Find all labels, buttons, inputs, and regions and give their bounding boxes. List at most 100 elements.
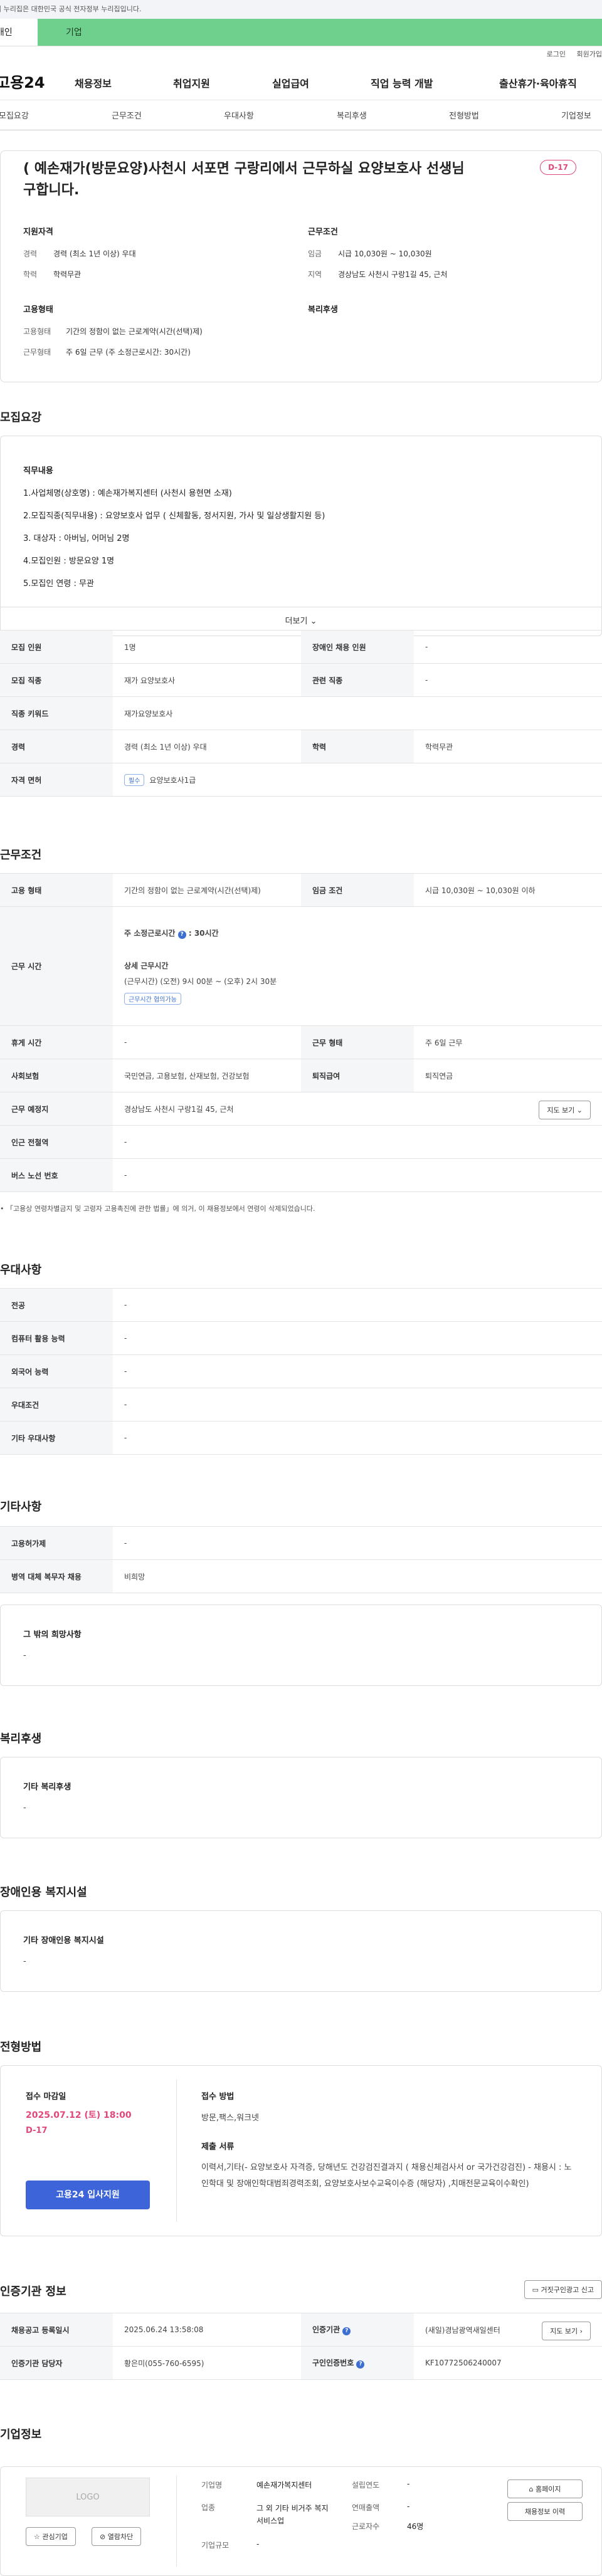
table-header-cell: 기타 우대사항: [0, 1421, 113, 1455]
map-button[interactable]: 지도 보기 ⌄: [539, 1101, 591, 1119]
table-cell: 재가요양보호사: [113, 696, 602, 730]
company-industry-key: 업종: [201, 2503, 216, 2512]
job-title: ( 예손재가(방문요양)사천시 서포면 구랑리에서 근무하실 요양보호사 선생님…: [23, 161, 465, 198]
table-cell: -: [113, 1354, 602, 1388]
section-title-pref: 우대사항: [0, 1264, 42, 1277]
site-logo[interactable]: 고용24: [0, 70, 65, 92]
qual-row: 학력 학력무관: [23, 269, 136, 280]
tab-person[interactable]: 개인: [0, 19, 38, 46]
chevron-down-icon: ⌄: [310, 617, 317, 626]
anchor-work[interactable]: 근무조건: [112, 109, 142, 121]
global-header: 고용24 채용정보 취업지원 실업급여 직업 능력 개발 출산휴가·육아휴직: [0, 63, 602, 100]
welfare-value: -: [23, 1803, 26, 1813]
table-cell: 경력 (최소 1년 이상) 우대: [113, 730, 301, 763]
table-header-cell: 구인인증번호 ?: [301, 2346, 414, 2380]
table-cell: 국민연금, 고용보험, 산재보험, 건강보험: [113, 1059, 301, 1092]
deadline-value: 2025.07.12 (토) 18:00: [26, 2110, 132, 2120]
cond-key: 지역: [308, 270, 322, 279]
user-type-tabs: 개인 기업: [0, 19, 602, 46]
company-est-value: -: [407, 2479, 410, 2488]
company-sales-value: -: [407, 2502, 410, 2511]
utility-bar: 로그인 회원가입: [0, 46, 602, 63]
welfare-title: 기타 복리후생: [23, 1783, 71, 1792]
anchor-recruit[interactable]: 모집요강: [0, 109, 29, 121]
table-header-cell: 모집 직종: [0, 663, 113, 697]
table-header-cell: 인증기관 담당자: [0, 2346, 113, 2380]
table-header-cell: 임금 조건: [301, 873, 414, 907]
job-history-label: 채용정보 이력: [524, 2508, 566, 2516]
job-history-button[interactable]: 채용정보 이력: [507, 2502, 583, 2521]
age-note-text: 「고용상 연령차별금지 및 고령자 고용촉진에 관한 법률」에 의거, 이 채용…: [6, 1205, 315, 1213]
cert-map-button[interactable]: 지도 보기 ›: [542, 2322, 591, 2340]
tab-company[interactable]: 기업: [38, 19, 602, 46]
table-header-cell: 고용 형태: [0, 873, 113, 907]
apply-button[interactable]: 고용24 입사지원: [26, 2181, 150, 2209]
section-anchor-nav: 모집요강 근무조건 우대사항 복리후생 전형방법 기업정보: [0, 100, 602, 130]
info-icon[interactable]: ?: [342, 2327, 351, 2335]
anchor-selection[interactable]: 전형방법: [449, 109, 479, 121]
bullet-icon: •: [0, 1205, 4, 1213]
gnb-item-support[interactable]: 취업지원: [173, 75, 210, 90]
table-header-cell: 인증기관 ?: [301, 2313, 414, 2347]
emp-row: 근무형태 주 6일 근무 (주 소정근로시간: 30시간): [23, 347, 203, 357]
company-est-key: 설립연도: [352, 2481, 380, 2490]
info-icon[interactable]: ?: [177, 931, 186, 939]
table-cell: 학력무관: [414, 730, 602, 763]
homepage-button[interactable]: ⌂ 홈페이지: [507, 2479, 583, 2498]
job-detail-line: 3. 대상자 : 아버님, 어머님 2명: [23, 534, 130, 543]
table-cell: -: [414, 630, 602, 664]
dday-badge: D-17: [540, 160, 576, 175]
block-button[interactable]: ⊘ 열람차단: [92, 2527, 142, 2546]
login-link[interactable]: 로그인: [547, 50, 566, 58]
gnb-item-jobs[interactable]: 채용정보: [75, 75, 112, 90]
home-icon: ⌂: [529, 2485, 534, 2493]
table-header-cell: 장애인 채용 인원: [301, 630, 414, 664]
anchor-company[interactable]: 기업정보: [561, 109, 591, 121]
etc-wish-title: 그 밖의 희망사항: [23, 1630, 82, 1640]
report-button[interactable]: ▭ 거짓구인광고 신고: [524, 2280, 602, 2299]
cert-map-label: 지도 보기: [550, 2327, 578, 2335]
info-icon[interactable]: ?: [356, 2360, 365, 2369]
gnb-item-training[interactable]: 직업 능력 개발: [371, 75, 433, 90]
qualification-title: 지원자격: [23, 228, 53, 237]
section-title-welfare: 복리후생: [0, 1732, 42, 1746]
qual-value: 경력 (최소 1년 이상) 우대: [53, 249, 136, 258]
gov-banner-text: 이 누리집은 대한민국 공식 전자정부 누리집입니다.: [0, 5, 142, 13]
section-title-recruit: 모집요강: [0, 411, 42, 424]
section-title-work: 근무조건: [0, 849, 42, 862]
table-cell: 비희망: [113, 1559, 602, 1593]
section-title-selection: 전형방법: [0, 2041, 42, 2054]
table-cell: 기간의 정함이 없는 근로계약(시간(선택)제): [113, 873, 301, 907]
table-header-cell: 근무 형태: [301, 1025, 414, 1059]
report-button-label: 거짓구인광고 신고: [541, 2286, 594, 2294]
section-title-disabled: 장애인용 복지시설: [0, 1886, 87, 1899]
license-value: 요양보호사1급: [149, 775, 196, 785]
anchor-welfare[interactable]: 복리후생: [337, 109, 367, 121]
chevron-right-icon: ›: [579, 2327, 583, 2335]
weekly-hours-label: 주 소정근로시간: [124, 929, 176, 938]
method-title: 접수 방법: [201, 2092, 235, 2102]
favorite-company-button[interactable]: ☆ 관심기업: [26, 2527, 76, 2546]
block-icon: ⊘: [100, 2533, 106, 2541]
join-link[interactable]: 회원가입: [577, 50, 602, 58]
table-header-cell: 근무 예정지: [0, 1092, 113, 1126]
gnb-item-benefit[interactable]: 실업급여: [272, 75, 309, 90]
cert-table: 채용공고 등록일시 2025.06.24 13:58:08 인증기관 ? (새일…: [0, 2313, 602, 2380]
table-cell: -: [113, 1158, 602, 1192]
job-detail-box: 직무내용 1.사업체명(상호명) : 예손재가복지센터 (사천시 용현면 소재)…: [0, 436, 602, 636]
welfare-summary-block: 복리후생: [308, 303, 338, 326]
table-row: 근무 예정지 경상남도 사천시 구랑1길 45, 근처 지도 보기 ⌄: [0, 1092, 602, 1126]
recruit-table: 모집 인원 1명 장애인 채용 인원 - 모집 직종 재가 요양보호사 관련 직…: [0, 630, 602, 797]
employment-title: 고용형태: [23, 305, 53, 315]
table-cell: 1명: [113, 630, 301, 664]
condition-block: 근무조건 임금 시급 10,030원 ~ 10,030원 지역 경상남도 사천시 구…: [308, 225, 447, 290]
table-row: 휴게 시간 - 근무 형태 주 6일 근무: [0, 1025, 602, 1059]
table-row: 기타 우대사항 -: [0, 1421, 602, 1455]
table-cell: 시급 10,030원 ~ 10,030원 이하: [414, 873, 602, 907]
detail-hours-title: 상세 근무시간: [124, 961, 169, 970]
detail-hours-value: (근무시간) (오전) 9시 00분 ~ (오후) 2시 30분: [124, 977, 277, 986]
table-row: 경력 경력 (최소 1년 이상) 우대 학력 학력무관: [0, 730, 602, 763]
gnb-item-leave[interactable]: 출산휴가·육아휴직: [499, 75, 577, 90]
anchor-pref[interactable]: 우대사항: [224, 109, 254, 121]
table-cell: -: [113, 1388, 602, 1422]
